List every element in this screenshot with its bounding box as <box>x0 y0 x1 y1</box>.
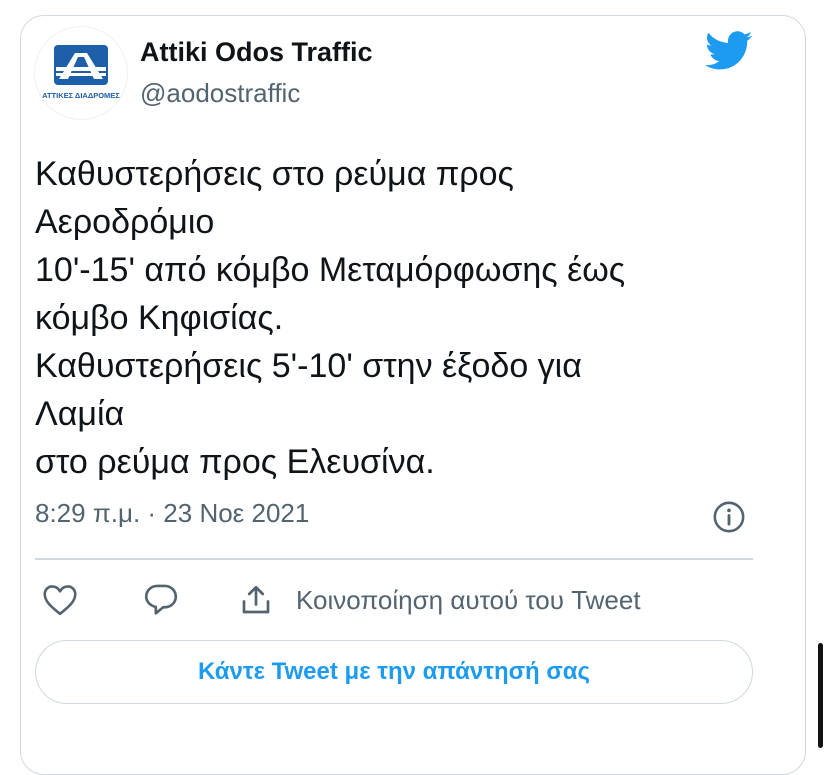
logo-caption: ΑΤΤΙΚΕΣ ΔΙΑΔΡΟΜΕΣ <box>42 91 120 100</box>
tweet-timestamp[interactable]: 8:29 π.μ. · 23 Νοε 2021 <box>35 498 309 529</box>
avatar[interactable]: ΑΤΤΙΚΕΣ ΔΙΑΔΡΟΜΕΣ <box>35 27 127 119</box>
like-button[interactable] <box>42 580 78 620</box>
info-icon[interactable] <box>712 500 746 534</box>
tweet-text: Καθυστερήσεις στο ρεύμα προς Αεροδρόμιο … <box>35 155 626 481</box>
share-button[interactable]: Κοινοποίηση αυτού του Tweet <box>238 580 641 620</box>
reply-bubble-icon <box>144 584 178 615</box>
reply-with-tweet-button[interactable]: Κάντε Tweet με την απάντησή σας <box>35 640 753 704</box>
account-handle[interactable]: @aodostraffic <box>140 78 300 109</box>
share-icon <box>242 585 270 614</box>
divider <box>35 558 753 560</box>
heart-icon <box>43 585 77 616</box>
account-name[interactable]: Attiki Odos Traffic <box>140 37 373 68</box>
reply-button[interactable] <box>143 580 179 620</box>
scrollbar[interactable] <box>818 643 823 748</box>
twitter-bird-icon[interactable] <box>705 30 753 72</box>
attiki-odos-logo: ΑΤΤΙΚΕΣ ΔΙΑΔΡΟΜΕΣ <box>42 45 120 100</box>
share-label: Κοινοποίηση αυτού του Tweet <box>296 584 641 615</box>
